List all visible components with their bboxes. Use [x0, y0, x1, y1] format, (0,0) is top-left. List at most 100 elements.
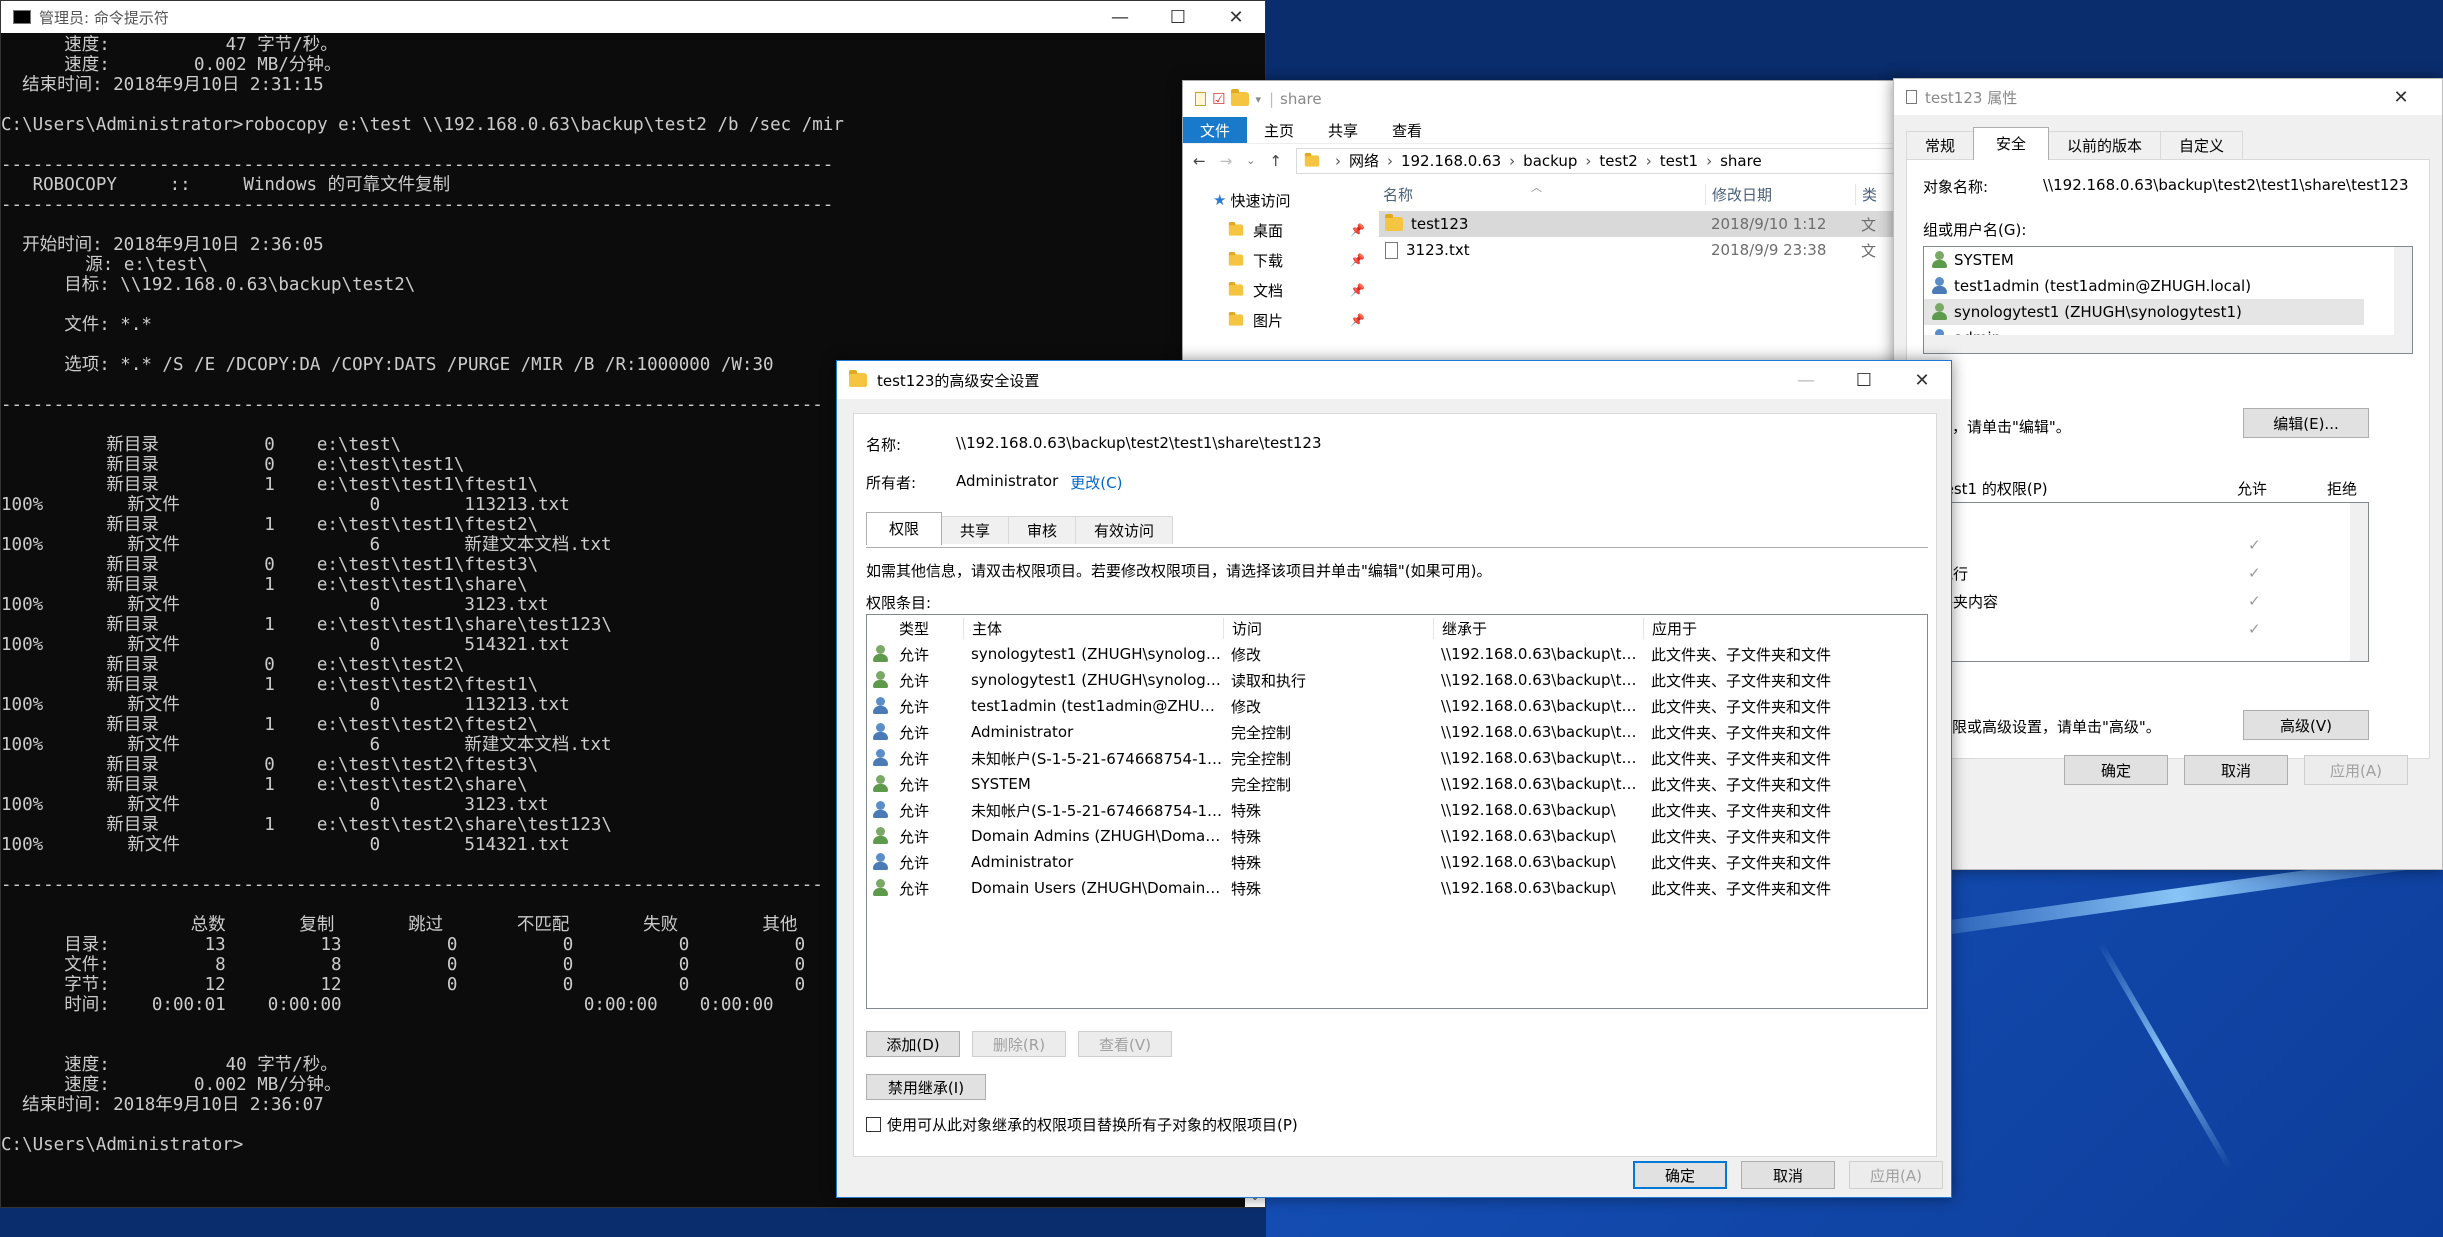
table-row[interactable]: 允许 Administrator 特殊 \\192.168.0.63\backup\ 此…: [867, 849, 1927, 875]
change-owner-link[interactable]: 更改(C): [1070, 472, 1122, 493]
properties-tab[interactable]: 安全: [1973, 127, 2050, 160]
column-header[interactable]: 继承于: [1433, 617, 1643, 639]
permission-row[interactable]: 全控制: [1908, 503, 2368, 531]
column-header[interactable]: 主体: [963, 617, 1223, 639]
column-date[interactable]: 修改日期: [1705, 183, 1855, 205]
forward-icon[interactable]: →: [1220, 152, 1233, 170]
add-button[interactable]: 添加(D): [866, 1031, 960, 1057]
users-hscrollbar[interactable]: [1924, 335, 2412, 353]
props-ok-button[interactable]: 确定: [2064, 755, 2168, 785]
column-header[interactable]: 应用于: [1643, 617, 1883, 639]
table-row[interactable]: 允许 SYSTEM 完全控制 \\192.168.0.63\backup\te... 此…: [867, 771, 1927, 797]
advanced-tab[interactable]: 权限: [866, 512, 943, 545]
column-header[interactable]: 类型: [891, 618, 963, 639]
breadcrumb-item[interactable]: test2: [1599, 152, 1637, 170]
advanced-titlebar[interactable]: test123的高级安全设置 — ☐ ✕: [837, 361, 1951, 399]
ribbon-tab[interactable]: 主页: [1247, 117, 1311, 143]
table-row[interactable]: 允许 synologytest1 (ZHUGH\synology... 读取和执行 \…: [867, 667, 1927, 693]
recent-dropdown-icon[interactable]: ⌄: [1246, 154, 1255, 167]
adv-ok-button[interactable]: 确定: [1633, 1161, 1727, 1189]
file-row[interactable]: 3123.txt 2018/9/9 23:38 文: [1379, 237, 1901, 263]
adv-apply-button[interactable]: 应用(A): [1849, 1161, 1943, 1189]
qat-dropdown-icon[interactable]: ▾: [1255, 93, 1261, 106]
maximize-icon[interactable]: ☐: [1149, 1, 1207, 33]
pin-icon[interactable]: 📌: [1350, 313, 1365, 327]
table-row[interactable]: 允许 Domain Users (ZHUGH\Domain ... 特殊 \\192.…: [867, 875, 1927, 901]
properties-tab[interactable]: 以前的版本: [2048, 131, 2162, 159]
explorer-titlebar[interactable]: ☑ ▾ | share: [1183, 81, 1901, 117]
column-type[interactable]: 类: [1855, 183, 1877, 205]
nav-item[interactable]: 桌面 📌: [1183, 215, 1379, 245]
properties-tab[interactable]: 自定义: [2160, 131, 2244, 159]
minimize-icon[interactable]: —: [1091, 1, 1149, 33]
cmd-titlebar[interactable]: 管理员: 命令提示符 — ☐ ✕: [1, 1, 1265, 33]
properties-check-icon[interactable]: ☑: [1212, 90, 1225, 108]
permission-row[interactable]: 取和执行✓: [1908, 559, 2368, 587]
properties-window[interactable]: test123 属性 ✕ 常规 安全 以前的版本 自定义 对象名称: \\192.16…: [1893, 78, 2443, 870]
up-icon[interactable]: ↑: [1269, 152, 1282, 170]
view-button[interactable]: 查看(V): [1078, 1031, 1172, 1057]
properties-titlebar[interactable]: test123 属性 ✕: [1894, 79, 2442, 115]
adv-cancel-button[interactable]: 取消: [1741, 1161, 1835, 1189]
advanced-security-window[interactable]: test123的高级安全设置 — ☐ ✕ 名称: \\192.168.0.63\…: [836, 360, 1952, 1198]
table-row[interactable]: 允许 test1admin (test1admin@ZHUG... 修改 \\192.…: [867, 693, 1927, 719]
breadcrumb-item[interactable]: 网络: [1349, 150, 1379, 171]
props-apply-button[interactable]: 应用(A): [2304, 755, 2408, 785]
remove-button[interactable]: 删除(R): [972, 1031, 1066, 1057]
new-folder-icon[interactable]: [1231, 89, 1250, 106]
pin-icon[interactable]: 📌: [1350, 253, 1365, 267]
adv-maximize-icon[interactable]: ☐: [1835, 361, 1893, 399]
perms-scrollbar[interactable]: [2350, 503, 2368, 661]
file-explorer-window[interactable]: ☑ ▾ | share 文件 主页 共享 查看 ← → ⌄ ↑ › 网络 › 192.168…: [1182, 80, 1902, 370]
nav-item[interactable]: ★ 快速访问: [1183, 185, 1379, 215]
cell-access: 特殊: [1231, 853, 1262, 872]
advanced-tab[interactable]: 有效访问: [1075, 516, 1174, 544]
breadcrumb-item[interactable]: 192.168.0.63: [1401, 152, 1501, 170]
adv-close-icon[interactable]: ✕: [1893, 361, 1951, 399]
advanced-button[interactable]: 高级(V): [2243, 710, 2369, 740]
permission-row[interactable]: 取✓: [1908, 615, 2368, 643]
replace-checkbox[interactable]: [866, 1117, 881, 1132]
ribbon-tab[interactable]: 文件: [1183, 117, 1247, 143]
edit-button[interactable]: 编辑(E)...: [2243, 408, 2369, 438]
users-listbox[interactable]: SYSTEM test1admin (test1admin@ZHUGH.local…: [1923, 246, 2413, 354]
address-bar[interactable]: › 网络 › 192.168.0.63 › backup › test2 › test1 › shar…: [1295, 147, 1901, 174]
pin-icon[interactable]: 📌: [1350, 223, 1365, 237]
permission-row[interactable]: 出文件夹内容 ✓: [1908, 587, 2368, 615]
user-list-item[interactable]: SYSTEM: [1924, 247, 2412, 273]
table-row[interactable]: 允许 未知帐户(S-1-5-21-674668754-15... 完全控制 \\192…: [867, 745, 1927, 771]
user-list-item[interactable]: test1admin (test1admin@ZHUGH.local): [1924, 273, 2412, 299]
nav-item[interactable]: 文档 📌: [1183, 275, 1379, 305]
user-list-item[interactable]: synologytest1 (ZHUGH\synologytest1): [1924, 299, 2364, 325]
column-name[interactable]: 名称: [1379, 184, 1705, 205]
permission-entries-table[interactable]: 类型 主体 访问 继承于 应用于 允许 synologytest1 (ZHUGH\syno…: [866, 614, 1928, 1009]
properties-tab[interactable]: 常规: [1906, 131, 1975, 159]
breadcrumb-item[interactable]: backup: [1523, 152, 1577, 170]
table-row[interactable]: 允许 Administrator 完全控制 \\192.168.0.63\backup…: [867, 719, 1927, 745]
breadcrumb-item[interactable]: test1: [1660, 152, 1698, 170]
nav-item[interactable]: 图片 📌: [1183, 305, 1379, 335]
breadcrumb-item[interactable]: share: [1720, 152, 1762, 170]
ribbon-tab[interactable]: 查看: [1375, 117, 1439, 143]
nav-item-label: 快速访问: [1230, 191, 1291, 210]
table-row[interactable]: 允许 synologytest1 (ZHUGH\synology... 修改 \\19…: [867, 641, 1927, 667]
adv-minimize-icon[interactable]: —: [1777, 361, 1835, 399]
disable-inheritance-button[interactable]: 禁用继承(I): [866, 1074, 986, 1100]
back-icon[interactable]: ←: [1193, 152, 1206, 170]
column-header[interactable]: 访问: [1223, 617, 1433, 639]
permission-row[interactable]: 改✓: [1908, 531, 2368, 559]
advanced-tab[interactable]: 审核: [1008, 516, 1077, 544]
permissions-listbox[interactable]: 全控制改✓取和执行✓出文件夹内容✓取✓: [1907, 502, 2369, 662]
file-row[interactable]: test123 2018/9/10 1:12 文: [1379, 211, 1901, 237]
quick-access-doc-icon[interactable]: [1195, 92, 1206, 106]
nav-item[interactable]: 下载 📌: [1183, 245, 1379, 275]
pin-icon[interactable]: 📌: [1350, 283, 1365, 297]
props-cancel-button[interactable]: 取消: [2184, 755, 2288, 785]
table-row[interactable]: 允许 未知帐户(S-1-5-21-674668754-15... 特殊 \\192.1…: [867, 797, 1927, 823]
advanced-tab[interactable]: 共享: [941, 516, 1010, 544]
properties-close-icon[interactable]: ✕: [2376, 79, 2426, 115]
close-icon[interactable]: ✕: [1207, 1, 1265, 33]
table-row[interactable]: 允许 Domain Admins (ZHUGH\Domai... 特殊 \\192.1…: [867, 823, 1927, 849]
ribbon-tab[interactable]: 共享: [1311, 117, 1375, 143]
